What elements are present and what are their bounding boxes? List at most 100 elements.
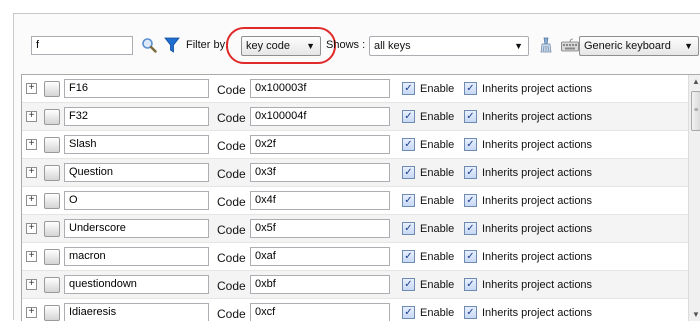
key-name-field[interactable]: F32 [64, 107, 209, 126]
key-color-swatch[interactable] [44, 109, 60, 125]
key-color-swatch[interactable] [44, 249, 60, 265]
key-code-field[interactable]: 0xaf [250, 247, 390, 266]
key-name-field[interactable]: F16 [64, 79, 209, 98]
keyboard-layout-value: Generic keyboard [584, 40, 671, 52]
key-row: + macron Code 0xaf ✓ Enable ✓ Inherits p… [22, 243, 688, 271]
key-code-field[interactable]: 0x4f [250, 191, 390, 210]
inherits-label: Inherits project actions [482, 251, 593, 263]
enable-checkbox[interactable]: ✓ [402, 82, 415, 95]
inherits-label: Inherits project actions [482, 83, 593, 95]
scroll-thumb[interactable]: ≡ [691, 91, 700, 131]
key-code-field[interactable]: 0xbf [250, 275, 390, 294]
toolbar: f Filter by: key code ▼ Shows : all keys… [14, 14, 700, 72]
enable-label: Enable [420, 111, 455, 123]
code-label: Code [217, 279, 246, 293]
expand-icon[interactable]: + [26, 307, 37, 318]
key-name-field[interactable]: Question [64, 163, 209, 182]
expand-icon[interactable]: + [26, 195, 37, 206]
key-color-swatch[interactable] [44, 221, 60, 237]
keyboard-layout-select[interactable]: Generic keyboard ▼ [579, 36, 699, 56]
enable-label: Enable [420, 83, 455, 95]
key-filter-panel: f Filter by: key code ▼ Shows : all keys… [13, 13, 700, 321]
expand-icon[interactable]: + [26, 83, 37, 94]
key-row: + F16 Code 0x100003f ✓ Enable ✓ Inherits… [22, 75, 688, 103]
key-row: + Question Code 0x3f ✓ Enable ✓ Inherits… [22, 159, 688, 187]
expand-icon[interactable]: + [26, 223, 37, 234]
inherits-checkbox[interactable]: ✓ [464, 166, 477, 179]
key-code-field[interactable]: 0x2f [250, 135, 390, 154]
enable-checkbox[interactable]: ✓ [402, 166, 415, 179]
enable-checkbox[interactable]: ✓ [402, 222, 415, 235]
key-name-field[interactable]: macron [64, 247, 209, 266]
expand-icon[interactable]: + [26, 251, 37, 262]
shows-label: Shows : [326, 39, 366, 51]
key-code-field[interactable]: 0x100003f [250, 79, 390, 98]
key-code-field[interactable]: 0x100004f [250, 107, 390, 126]
inherits-label: Inherits project actions [482, 167, 593, 179]
inherits-checkbox[interactable]: ✓ [464, 222, 477, 235]
key-code-field[interactable]: 0xcf [250, 303, 390, 321]
key-color-swatch[interactable] [44, 165, 60, 181]
filter-by-value: key code [246, 40, 291, 52]
scroll-up-arrow-icon[interactable]: ▲ [689, 75, 700, 89]
dropdown-arrow-icon: ▼ [306, 41, 315, 51]
key-name-field[interactable]: Slash [64, 135, 209, 154]
scroll-down-arrow-icon[interactable]: ▼ [689, 308, 700, 321]
expand-icon[interactable]: + [26, 167, 37, 178]
key-row: + Idiaeresis Code 0xcf ✓ Enable ✓ Inheri… [22, 299, 688, 321]
key-name-field[interactable]: O [64, 191, 209, 210]
inherits-checkbox[interactable]: ✓ [464, 110, 477, 123]
key-row: + Underscore Code 0x5f ✓ Enable ✓ Inheri… [22, 215, 688, 243]
dropdown-arrow-icon: ▼ [684, 41, 693, 51]
enable-checkbox[interactable]: ✓ [402, 110, 415, 123]
enable-checkbox[interactable]: ✓ [402, 138, 415, 151]
inherits-label: Inherits project actions [482, 195, 593, 207]
key-color-swatch[interactable] [44, 193, 60, 209]
enable-label: Enable [420, 279, 455, 291]
code-label: Code [217, 167, 246, 181]
code-label: Code [217, 251, 246, 265]
enable-checkbox[interactable]: ✓ [402, 250, 415, 263]
key-color-swatch[interactable] [44, 305, 60, 321]
key-color-swatch[interactable] [44, 81, 60, 97]
key-name-field[interactable]: questiondown [64, 275, 209, 294]
enable-label: Enable [420, 139, 455, 151]
enable-checkbox[interactable]: ✓ [402, 278, 415, 291]
search-icon[interactable] [141, 36, 157, 54]
enable-checkbox[interactable]: ✓ [402, 306, 415, 319]
key-name-field[interactable]: Idiaeresis [64, 303, 209, 321]
key-row: + O Code 0x4f ✓ Enable ✓ Inherits projec… [22, 187, 688, 215]
enable-label: Enable [420, 307, 455, 319]
shows-value: all keys [374, 40, 411, 52]
inherits-checkbox[interactable]: ✓ [464, 278, 477, 291]
clear-brush-icon[interactable] [538, 36, 554, 54]
shows-select[interactable]: all keys ▼ [369, 36, 529, 56]
enable-label: Enable [420, 251, 455, 263]
vertical-scrollbar[interactable]: ▲ ≡ ▼ [688, 75, 700, 321]
inherits-checkbox[interactable]: ✓ [464, 138, 477, 151]
key-code-field[interactable]: 0x3f [250, 163, 390, 182]
key-table: + F16 Code 0x100003f ✓ Enable ✓ Inherits… [21, 74, 700, 321]
code-label: Code [217, 111, 246, 125]
key-color-swatch[interactable] [44, 277, 60, 293]
inherits-checkbox[interactable]: ✓ [464, 194, 477, 207]
inherits-checkbox[interactable]: ✓ [464, 82, 477, 95]
inherits-label: Inherits project actions [482, 279, 593, 291]
search-input[interactable]: f [31, 36, 133, 55]
filter-by-select[interactable]: key code ▼ [241, 36, 321, 56]
enable-label: Enable [420, 195, 455, 207]
filter-funnel-icon[interactable] [164, 36, 180, 54]
inherits-checkbox[interactable]: ✓ [464, 250, 477, 263]
key-code-field[interactable]: 0x5f [250, 219, 390, 238]
key-name-field[interactable]: Underscore [64, 219, 209, 238]
code-label: Code [217, 195, 246, 209]
expand-icon[interactable]: + [26, 111, 37, 122]
expand-icon[interactable]: + [26, 279, 37, 290]
key-row: + Slash Code 0x2f ✓ Enable ✓ Inherits pr… [22, 131, 688, 159]
key-color-swatch[interactable] [44, 137, 60, 153]
expand-icon[interactable]: + [26, 139, 37, 150]
inherits-checkbox[interactable]: ✓ [464, 306, 477, 319]
key-row: + questiondown Code 0xbf ✓ Enable ✓ Inhe… [22, 271, 688, 299]
code-label: Code [217, 83, 246, 97]
enable-checkbox[interactable]: ✓ [402, 194, 415, 207]
